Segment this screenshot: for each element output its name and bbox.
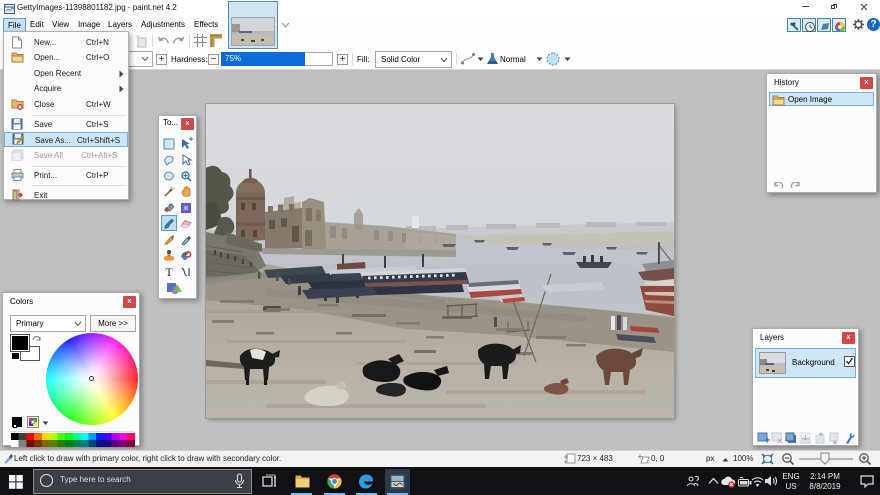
svg-text:T: T: [165, 265, 173, 279]
